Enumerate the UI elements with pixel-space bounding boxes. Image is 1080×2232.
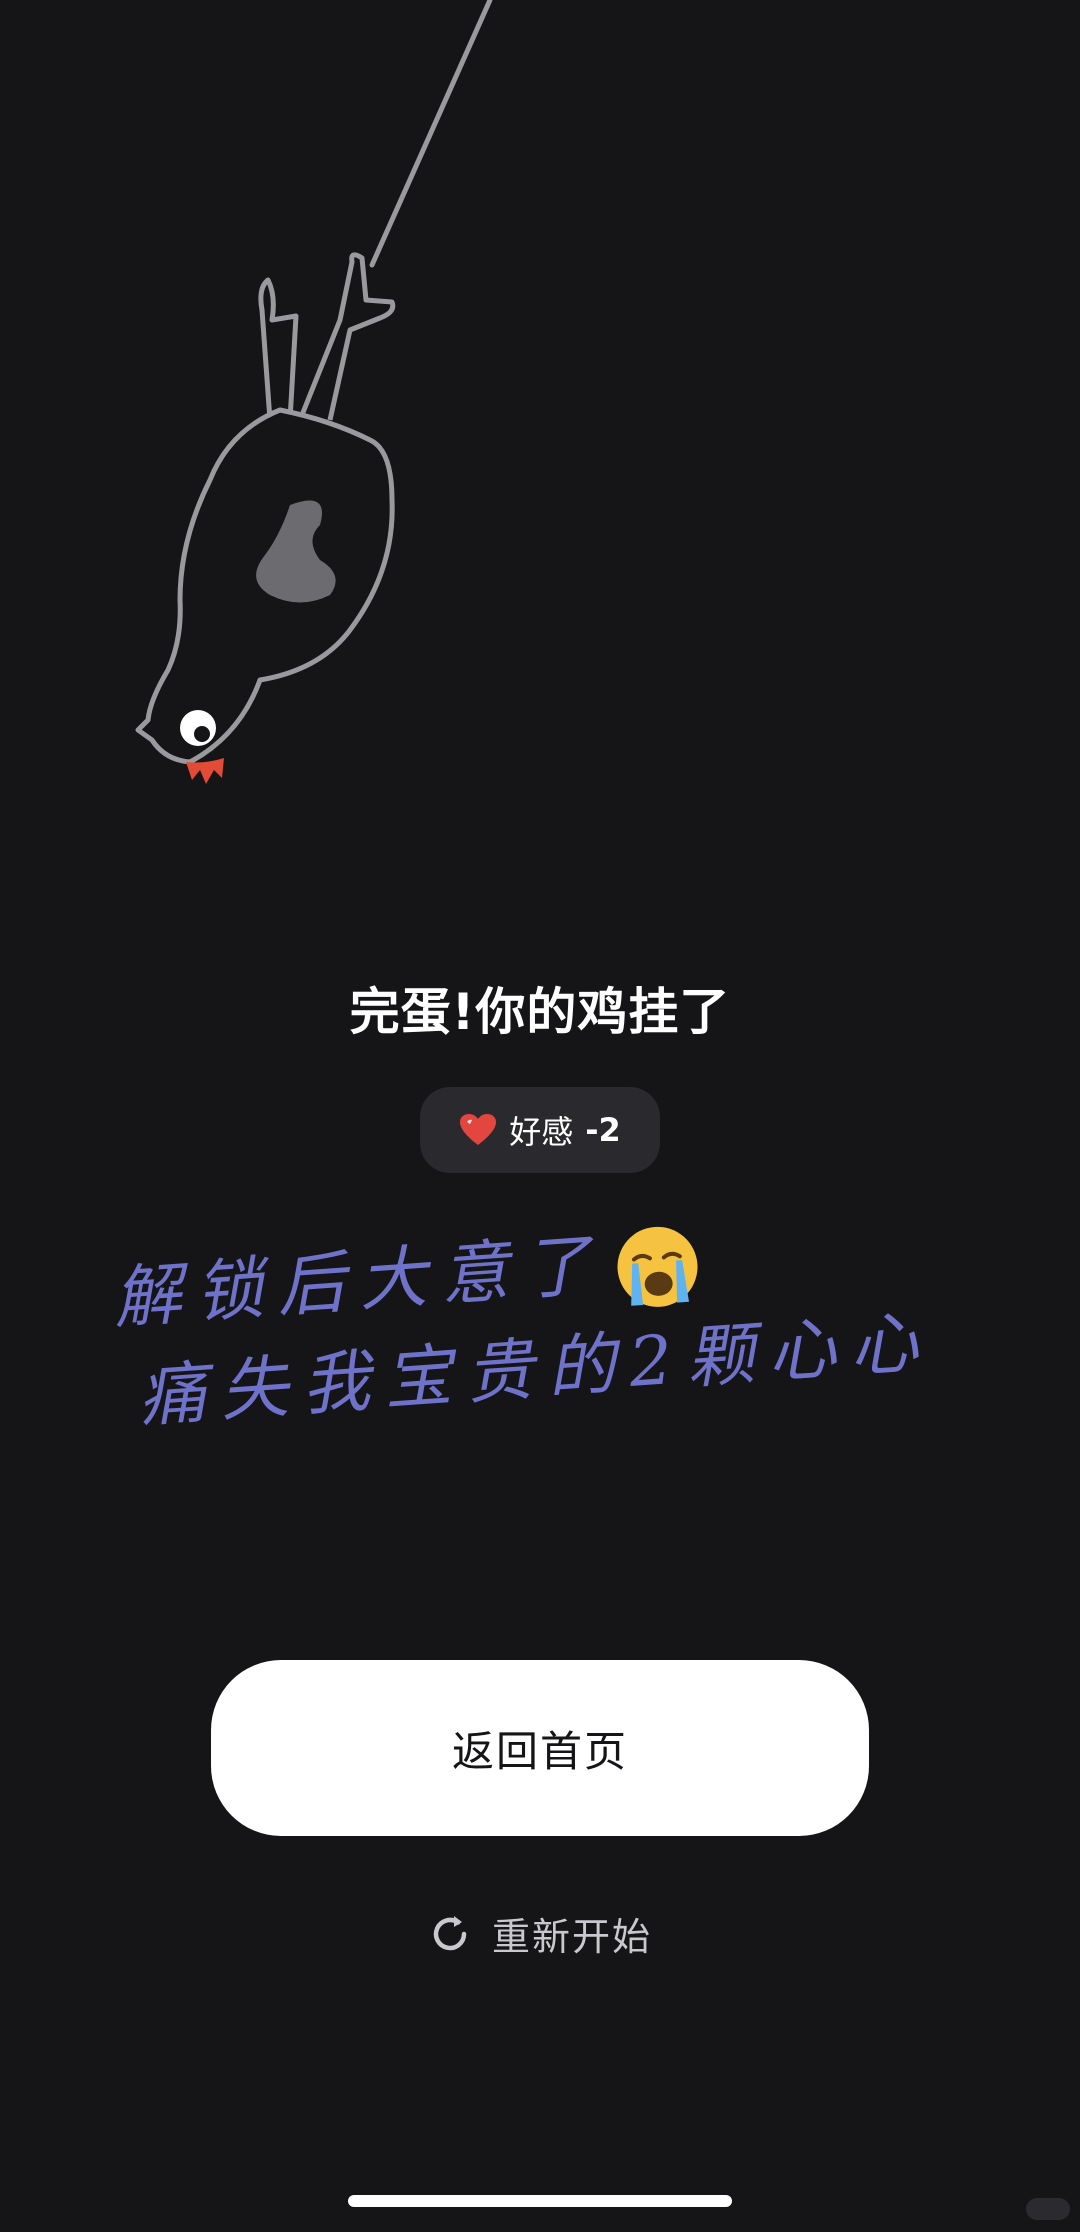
chicken-left-leg <box>258 277 299 421</box>
chicken-right-leg <box>297 252 396 421</box>
loudly-crying-face-icon <box>617 1226 698 1307</box>
affinity-value: -2 <box>585 1111 621 1149</box>
handwritten-note: 解锁后大意了 痛失我宝贵的2颗心心 <box>110 1187 1022 1449</box>
heart-icon <box>460 1114 497 1145</box>
result-title: 完蛋!你的鸡挂了 <box>349 983 731 1041</box>
restart-button[interactable]: 重新开始 <box>0 1906 1080 1961</box>
restart-label: 重新开始 <box>491 1915 652 1959</box>
affinity-label: 好感 <box>509 1113 574 1151</box>
chicken-pupil <box>194 726 210 742</box>
back-home-button[interactable]: 返回首页 <box>211 1660 869 1836</box>
watermark-badge <box>1026 2198 1070 2220</box>
rope-line <box>369 0 493 268</box>
affinity-badge: 好感 -2 <box>420 1087 660 1173</box>
hanging-chicken-illustration <box>135 0 493 784</box>
refresh-icon <box>433 1915 467 1950</box>
home-indicator[interactable] <box>348 2195 732 2207</box>
